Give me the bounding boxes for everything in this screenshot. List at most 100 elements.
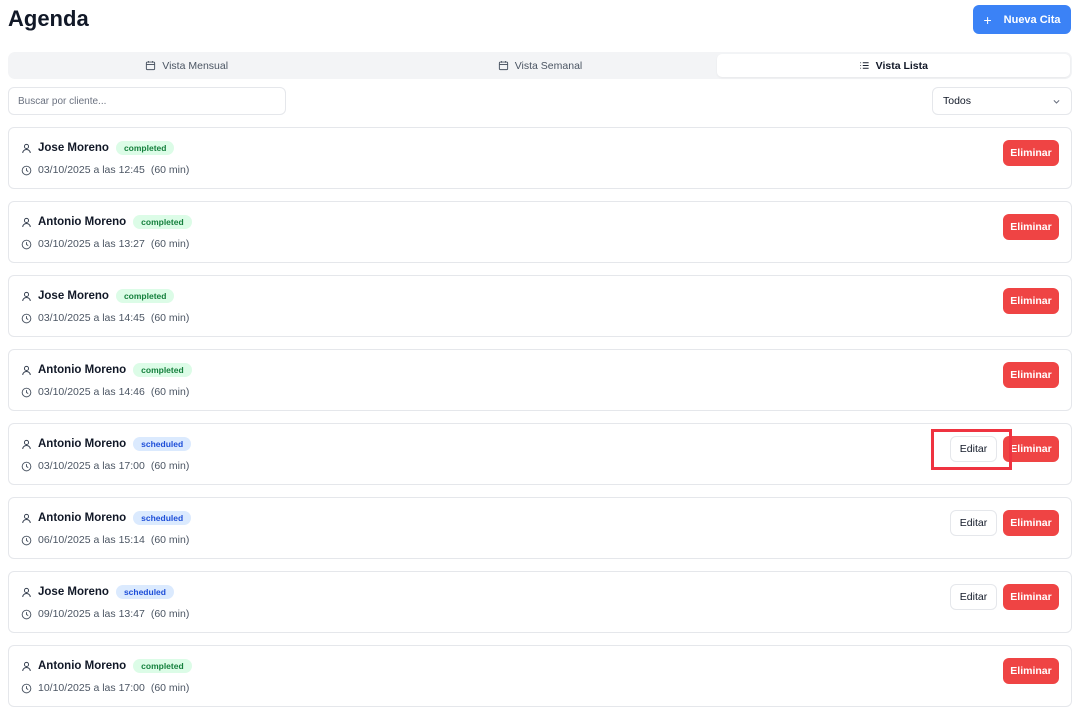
status-badge: completed <box>133 363 192 377</box>
plus-icon: + <box>983 11 992 28</box>
appointment-time: 10/10/2025 a las 17:00 (60 min) <box>21 682 189 694</box>
tab-weekly-view[interactable]: Vista Semanal <box>363 54 716 77</box>
appointment-header: Jose Moreno completed <box>21 289 175 303</box>
view-tabs: Vista Mensual Vista Semanal Vista Lista <box>8 52 1072 79</box>
appointment-header: Antonio Moreno completed <box>21 363 192 377</box>
appointment-datetime: 10/10/2025 a las 17:00 <box>38 682 145 694</box>
status-badge: completed <box>115 289 175 303</box>
user-icon <box>22 143 31 153</box>
edit-button[interactable]: Editar <box>950 510 997 536</box>
client-name: Antonio Moreno <box>38 660 127 672</box>
delete-button[interactable]: Eliminar <box>1003 362 1059 388</box>
tab-label: Vista Semanal <box>514 59 583 72</box>
clock-icon <box>21 387 32 397</box>
status-badge: scheduled <box>133 511 192 525</box>
clock-icon <box>21 313 32 323</box>
delete-button[interactable]: Eliminar <box>1003 436 1059 462</box>
user-icon <box>22 291 31 301</box>
appointment-card: Antonio Moreno scheduled 03/10/2025 a las … <box>8 423 1072 485</box>
appointment-header: Antonio Moreno scheduled <box>21 437 192 451</box>
appointment-datetime: 06/10/2025 a las 15:14 <box>38 534 145 546</box>
tab-monthly-view[interactable]: Vista Mensual <box>10 54 363 77</box>
delete-button[interactable]: Eliminar <box>1003 140 1059 166</box>
user-icon <box>22 587 31 597</box>
client-name: Jose Moreno <box>38 586 109 598</box>
appointment-duration: (60 min) <box>150 608 190 620</box>
edit-button[interactable]: Editar <box>950 436 997 462</box>
appointment-header: Jose Moreno scheduled <box>21 585 174 599</box>
client-name: Antonio Moreno <box>38 438 127 450</box>
chevron-down-icon <box>1053 99 1060 104</box>
status-badge: scheduled <box>133 437 192 451</box>
client-name: Antonio Moreno <box>38 512 127 524</box>
appointment-datetime: 03/10/2025 a las 12:45 <box>38 164 145 176</box>
new-appointment-button[interactable]: + Nueva Cita <box>973 5 1071 34</box>
status-badge: completed <box>133 659 192 673</box>
appointment-header: Antonio Moreno completed <box>21 215 192 229</box>
list-icon <box>860 62 869 69</box>
clock-icon <box>21 683 32 693</box>
appointment-card: Jose Moreno scheduled 09/10/2025 a las 13:… <box>8 571 1072 633</box>
clock-icon <box>21 461 32 471</box>
client-name: Jose Moreno <box>38 142 109 154</box>
clock-icon <box>21 165 32 175</box>
appointment-datetime: 03/10/2025 a las 13:27 <box>38 238 145 250</box>
header: Agenda + Nueva Cita <box>0 0 1080 40</box>
appointment-time: 03/10/2025 a las 12:45 (60 min) <box>21 164 189 176</box>
appointment-header: Jose Moreno completed <box>21 141 175 155</box>
appointment-card: Jose Moreno completed 03/10/2025 a las 14:… <box>8 275 1072 337</box>
appointment-card: Jose Moreno completed 03/10/2025 a las 12:… <box>8 127 1072 189</box>
delete-button[interactable]: Eliminar <box>1003 288 1059 314</box>
appointment-datetime: 09/10/2025 a las 13:47 <box>38 608 145 620</box>
calendar-icon <box>146 61 156 71</box>
user-icon <box>22 439 31 449</box>
appointment-duration: (60 min) <box>150 534 190 546</box>
client-name: Antonio Moreno <box>38 216 127 228</box>
appointments-list: Jose Moreno completed 03/10/2025 a las 12:… <box>8 127 1072 709</box>
edit-button[interactable]: Editar <box>950 584 997 610</box>
client-name: Jose Moreno <box>38 290 109 302</box>
appointment-card: Antonio Moreno completed 03/10/2025 a las … <box>8 349 1072 411</box>
client-search-input[interactable] <box>8 87 286 115</box>
appointment-datetime: 03/10/2025 a las 17:00 <box>38 460 145 472</box>
status-filter-select[interactable]: Todos <box>932 87 1072 115</box>
appointment-duration: (60 min) <box>150 164 190 176</box>
appointment-time: 06/10/2025 a las 15:14 (60 min) <box>21 534 189 546</box>
appointment-duration: (60 min) <box>150 312 190 324</box>
user-icon <box>22 365 31 375</box>
tab-list-view[interactable]: Vista Lista <box>716 54 1070 77</box>
appointment-datetime: 03/10/2025 a las 14:46 <box>38 386 145 398</box>
delete-button[interactable]: Eliminar <box>1003 510 1059 536</box>
status-badge: scheduled <box>115 585 174 599</box>
appointment-header: Antonio Moreno completed <box>21 659 192 673</box>
status-badge: completed <box>133 215 192 229</box>
new-appointment-label: Nueva Cita <box>1003 13 1061 26</box>
delete-button[interactable]: Eliminar <box>1003 584 1059 610</box>
status-filter-value: Todos <box>943 95 972 107</box>
appointment-time: 03/10/2025 a las 14:46 (60 min) <box>21 386 189 398</box>
appointment-duration: (60 min) <box>150 682 190 694</box>
appointment-time: 03/10/2025 a las 13:27 (60 min) <box>21 238 189 250</box>
appointment-time: 03/10/2025 a las 17:00 (60 min) <box>21 460 189 472</box>
appointment-duration: (60 min) <box>150 386 190 398</box>
appointment-header: Antonio Moreno scheduled <box>21 511 192 525</box>
user-icon <box>22 513 31 523</box>
tab-label: Vista Lista <box>875 59 928 72</box>
clock-icon <box>21 239 32 249</box>
status-badge: completed <box>115 141 175 155</box>
appointment-card: Antonio Moreno completed 10/10/2025 a las … <box>8 645 1072 707</box>
appointment-time: 09/10/2025 a las 13:47 (60 min) <box>21 608 189 620</box>
page-title: Agenda <box>8 6 89 31</box>
appointment-duration: (60 min) <box>150 238 190 250</box>
clock-icon <box>21 535 32 545</box>
delete-button[interactable]: Eliminar <box>1003 658 1059 684</box>
delete-button[interactable]: Eliminar <box>1003 214 1059 240</box>
user-icon <box>22 217 31 227</box>
tab-label: Vista Mensual <box>162 59 229 72</box>
appointment-time: 03/10/2025 a las 14:45 (60 min) <box>21 312 189 324</box>
agenda-page: Agenda + Nueva Cita Vista Mensual Vista … <box>0 0 1080 709</box>
calendar-icon <box>498 61 508 71</box>
appointment-card: Antonio Moreno completed 03/10/2025 a las … <box>8 201 1072 263</box>
clock-icon <box>21 609 32 619</box>
client-name: Antonio Moreno <box>38 364 127 376</box>
